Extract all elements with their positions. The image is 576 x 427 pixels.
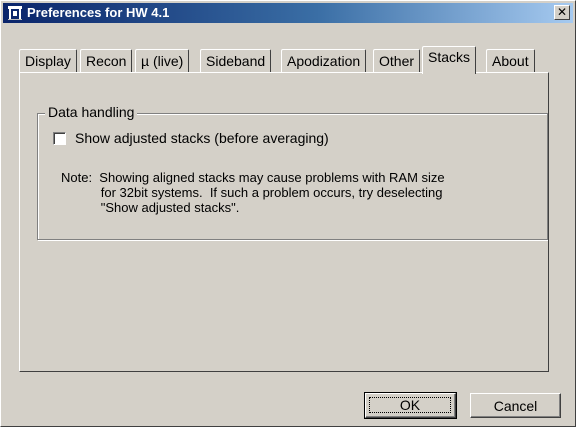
ok-label: OK <box>399 397 421 413</box>
cancel-button[interactable]: Cancel <box>470 393 561 418</box>
ok-button[interactable]: OK <box>364 392 457 419</box>
window-title: Preferences for HW 4.1 <box>27 5 170 20</box>
tab-apodization[interactable]: Apodization <box>281 49 367 73</box>
close-icon: ✕ <box>556 5 568 19</box>
tab-other[interactable]: Other <box>373 49 421 73</box>
cancel-label: Cancel <box>493 397 538 414</box>
tab-about[interactable]: About <box>486 49 535 73</box>
tab-recon[interactable]: Recon <box>80 49 133 73</box>
title-bar[interactable]: Preferences for HW 4.1 ✕ <box>3 3 573 23</box>
focus-rect: OK <box>369 397 451 413</box>
close-button[interactable]: ✕ <box>554 5 570 20</box>
tab-display[interactable]: Display <box>19 49 77 73</box>
tab-mu-live[interactable]: µ (live) <box>135 49 190 73</box>
tab-panel-stacks <box>19 72 549 372</box>
app-icon <box>8 6 22 20</box>
tab-sideband[interactable]: Sideband <box>200 49 272 73</box>
tab-stacks[interactable]: Stacks <box>422 46 477 74</box>
preferences-window: Preferences for HW 4.1 ✕ Display Recon µ… <box>0 0 576 427</box>
